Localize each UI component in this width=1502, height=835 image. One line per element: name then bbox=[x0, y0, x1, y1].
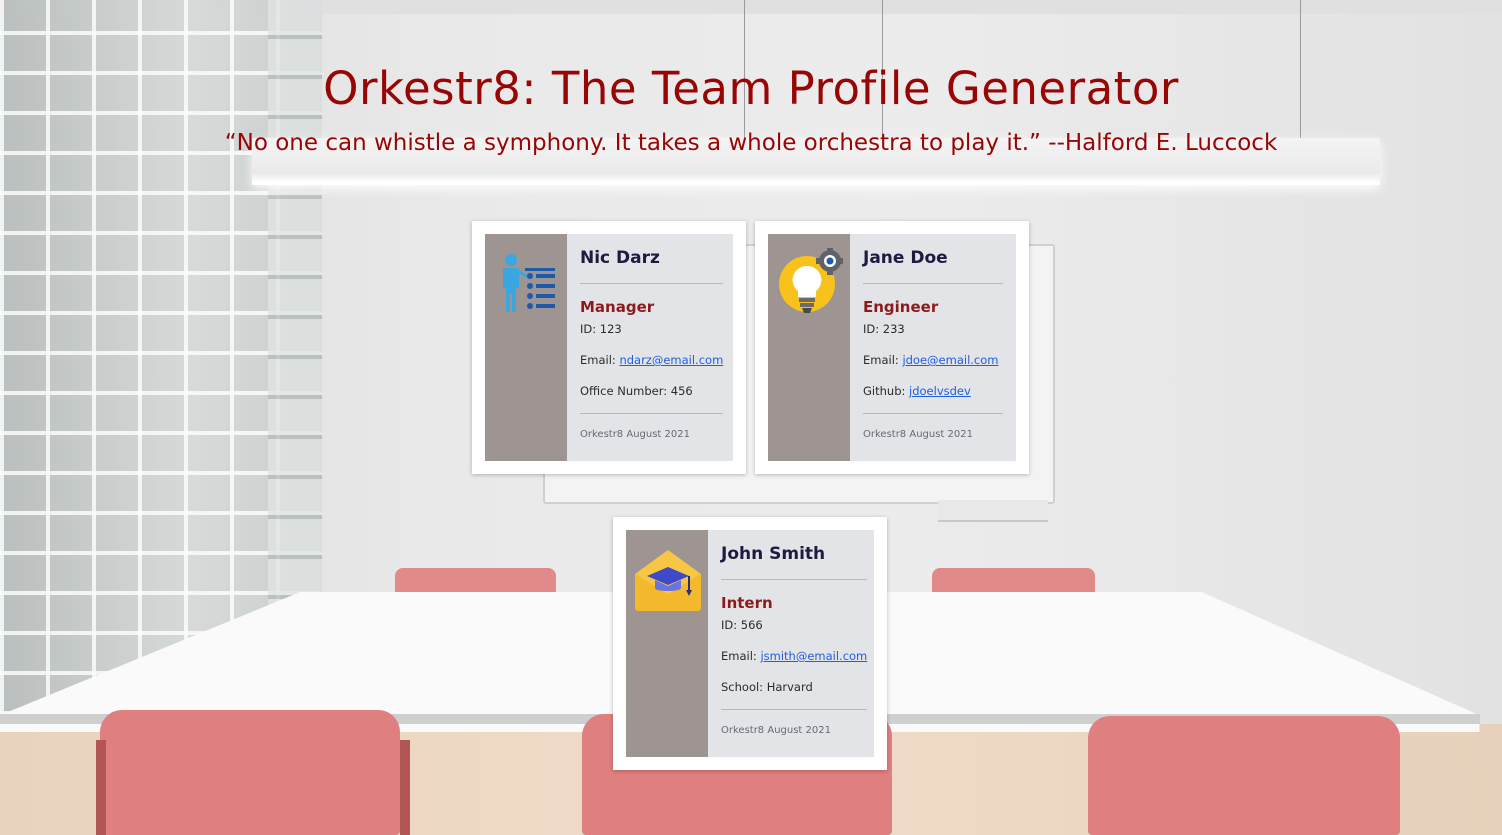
employee-card-manager: Nic Darz Manager ID: 123 Email: ndarz@em… bbox=[472, 221, 746, 474]
office-number-label: Office Number: 456 bbox=[580, 384, 693, 398]
employee-card-intern: John Smith Intern ID: 566 Email: jsmith@… bbox=[613, 517, 887, 770]
employee-role: Intern bbox=[721, 594, 773, 612]
employee-role: Manager bbox=[580, 298, 655, 316]
background-chair bbox=[395, 568, 556, 594]
github-link[interactable]: jdoelvsdev bbox=[909, 384, 971, 398]
card-footer: Orkestr8 August 2021 bbox=[863, 429, 973, 440]
lightbulb-gear-icon bbox=[779, 248, 843, 313]
email-link[interactable]: ndarz@email.com bbox=[619, 353, 723, 367]
employee-office-number: Office Number: 456 bbox=[580, 384, 723, 398]
background-chair bbox=[932, 568, 1095, 594]
employee-email-row: Email: jsmith@email.com bbox=[721, 649, 867, 663]
card-body: Jane Doe Engineer ID: 233 Email: jdoe@em… bbox=[850, 234, 1016, 461]
card-side-panel bbox=[768, 234, 850, 461]
card-body: John Smith Intern ID: 566 Email: jsmith@… bbox=[708, 530, 880, 757]
email-label: Email: bbox=[863, 353, 903, 367]
divider bbox=[721, 709, 868, 710]
employee-email-row: Email: jdoe@email.com bbox=[863, 353, 1003, 367]
employee-school-row: School: Harvard bbox=[721, 680, 867, 694]
github-label: Github: bbox=[863, 384, 910, 398]
card-footer: Orkestr8 August 2021 bbox=[580, 429, 690, 440]
background-whiteboard-tray bbox=[938, 500, 1048, 522]
employee-card-engineer: Jane Doe Engineer ID: 233 Email: jdoe@em… bbox=[755, 221, 1029, 474]
graduation-cap-envelope-icon bbox=[635, 550, 701, 611]
background-chair bbox=[1088, 716, 1400, 835]
employee-id: ID: 233 bbox=[863, 322, 905, 336]
divider bbox=[721, 579, 868, 580]
background-chair-leg bbox=[400, 740, 410, 835]
presenter-icon bbox=[503, 254, 555, 312]
employee-id: ID: 123 bbox=[580, 322, 622, 336]
card-body: Nic Darz Manager ID: 123 Email: ndarz@em… bbox=[567, 234, 736, 461]
divider bbox=[863, 283, 1003, 284]
divider bbox=[580, 413, 724, 414]
employee-id: ID: 566 bbox=[721, 618, 763, 632]
card-side-panel bbox=[485, 234, 567, 461]
employee-name: John Smith bbox=[721, 544, 826, 564]
card-inner: Nic Darz Manager ID: 123 Email: ndarz@em… bbox=[485, 234, 733, 461]
card-inner: Jane Doe Engineer ID: 233 Email: jdoe@em… bbox=[768, 234, 1016, 461]
email-link[interactable]: jdoe@email.com bbox=[902, 353, 998, 367]
page-title: Orkestr8: The Team Profile Generator bbox=[323, 62, 1179, 115]
email-label: Email: bbox=[580, 353, 620, 367]
background-chair-leg bbox=[96, 740, 106, 835]
email-label: Email: bbox=[721, 649, 761, 663]
divider bbox=[580, 283, 724, 284]
school-label: School: Harvard bbox=[721, 680, 813, 694]
card-footer: Orkestr8 August 2021 bbox=[721, 725, 831, 736]
employee-github-row: Github: jdoelvsdev bbox=[863, 384, 1003, 398]
card-inner: John Smith Intern ID: 566 Email: jsmith@… bbox=[626, 530, 874, 757]
employee-name: Jane Doe bbox=[863, 248, 948, 268]
employee-email-row: Email: ndarz@email.com bbox=[580, 353, 723, 367]
page-quote: “No one can whistle a symphony. It takes… bbox=[224, 130, 1278, 156]
employee-name: Nic Darz bbox=[580, 248, 660, 268]
divider bbox=[863, 413, 1003, 414]
email-link[interactable]: jsmith@email.com bbox=[760, 649, 867, 663]
card-side-panel bbox=[626, 530, 708, 757]
background-chair bbox=[100, 710, 400, 835]
employee-role: Engineer bbox=[863, 298, 939, 316]
